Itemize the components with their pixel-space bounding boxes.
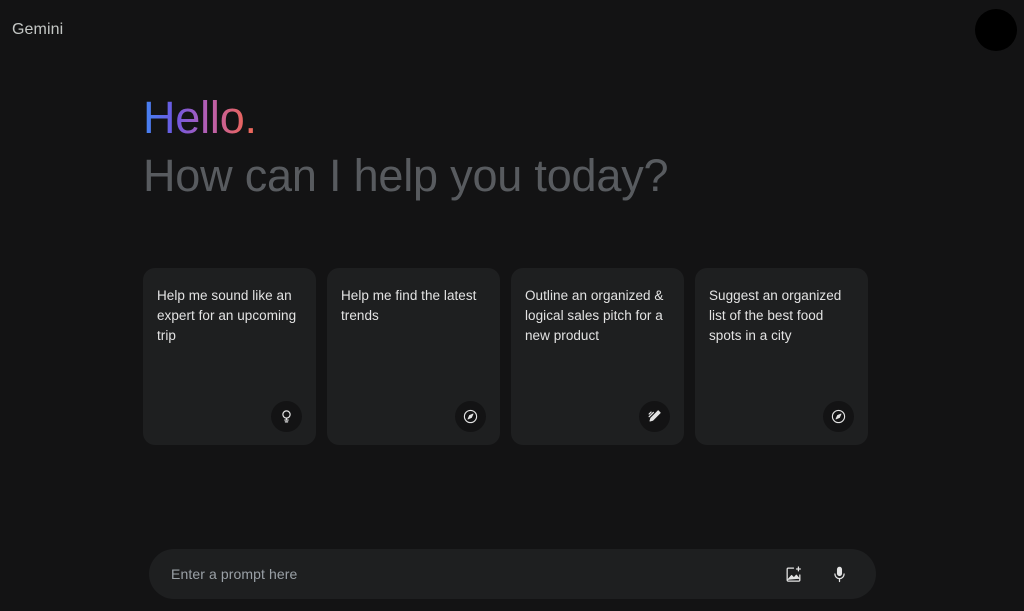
suggestion-card-text: Suggest an organized list of the best fo…: [709, 288, 842, 343]
edit-pencil-icon: [639, 401, 670, 432]
lightbulb-icon: [271, 401, 302, 432]
suggestion-card-list: Help me sound like an expert for an upco…: [143, 268, 881, 445]
suggestion-card[interactable]: Suggest an organized list of the best fo…: [695, 268, 868, 445]
suggestion-card-text: Outline an organized & logical sales pit…: [525, 288, 664, 343]
suggestion-card[interactable]: Help me sound like an expert for an upco…: [143, 268, 316, 445]
add-image-button[interactable]: [780, 561, 806, 587]
compass-icon: [455, 401, 486, 432]
prompt-actions: [780, 561, 858, 587]
account-avatar[interactable]: [975, 9, 1017, 51]
app-brand-label: Gemini: [12, 21, 64, 38]
greeting-block: Hello. How can I help you today?: [143, 90, 903, 205]
prompt-input[interactable]: [171, 549, 780, 599]
suggestion-card[interactable]: Outline an organized & logical sales pit…: [511, 268, 684, 445]
greeting-hello: Hello.: [143, 90, 257, 146]
suggestion-card[interactable]: Help me find the latest trends: [327, 268, 500, 445]
suggestion-card-text: Help me sound like an expert for an upco…: [157, 288, 297, 343]
microphone-button[interactable]: [826, 561, 852, 587]
top-bar: Gemini: [0, 0, 1024, 60]
microphone-icon: [833, 566, 845, 582]
compass-icon: [823, 401, 854, 432]
greeting-subtitle: How can I help you today?: [143, 150, 669, 201]
add-image-icon: [786, 565, 801, 582]
suggestion-card-text: Help me find the latest trends: [341, 288, 477, 323]
prompt-bar[interactable]: [149, 549, 876, 599]
